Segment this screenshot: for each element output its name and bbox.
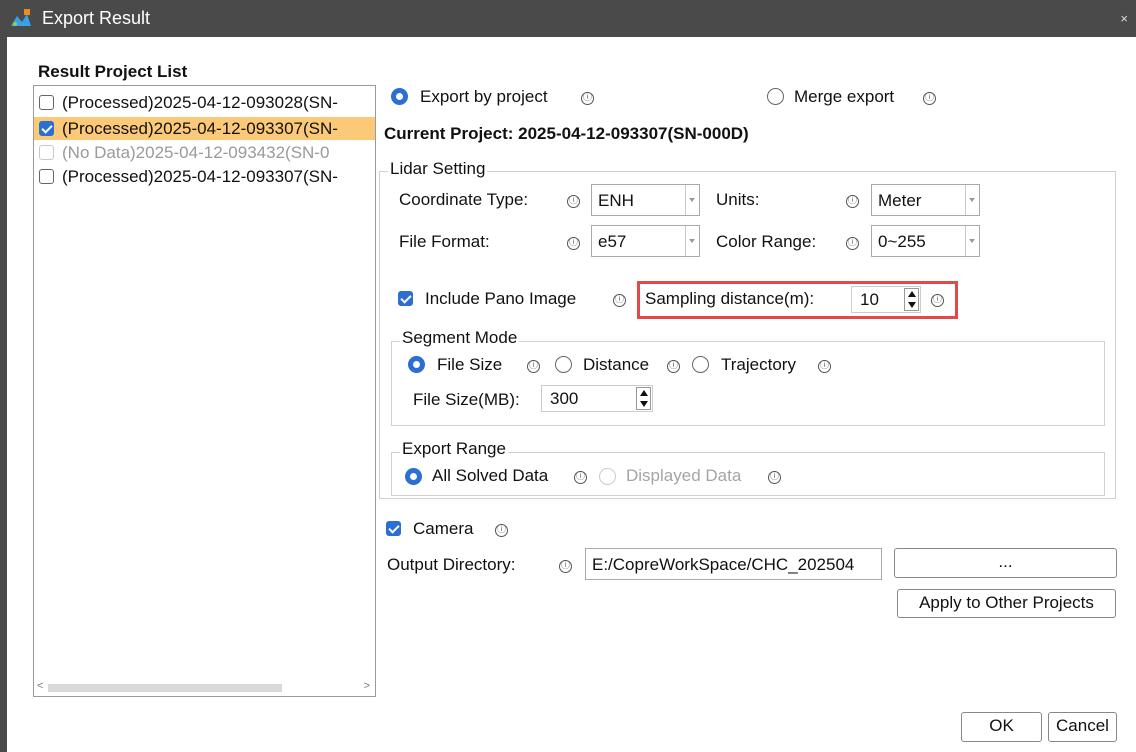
file-size-value: 300 (550, 389, 579, 408)
sampling-distance-stepper[interactable]: 10 (851, 286, 921, 313)
info-icon: ⓘ (495, 524, 508, 537)
arrow-down-icon[interactable] (640, 401, 648, 407)
export-by-project-label[interactable]: Export by project (420, 87, 548, 107)
merge-export-label[interactable]: Merge export (794, 87, 894, 107)
window-title: Export Result (42, 8, 151, 28)
trajectory-option-label[interactable]: Trajectory (721, 355, 796, 375)
camera-checkbox[interactable] (386, 521, 401, 536)
project-checkbox (39, 145, 54, 160)
file-format-value: e57 (598, 232, 627, 251)
sampling-distance-value: 10 (860, 290, 879, 309)
all-solved-data-radio[interactable] (405, 468, 422, 485)
info-icon: ⓘ (667, 360, 680, 373)
project-checkbox[interactable] (39, 169, 54, 184)
scrollbar-thumb[interactable] (48, 684, 282, 692)
trajectory-radio[interactable] (692, 356, 709, 373)
stepper-buttons[interactable] (904, 288, 919, 311)
info-icon: ⓘ (581, 92, 594, 105)
output-directory-value: E:/CopreWorkSpace/CHC_202504 (592, 555, 855, 574)
project-checkbox[interactable] (39, 95, 54, 110)
chevron-down-icon[interactable] (685, 226, 699, 256)
file-size-option-label[interactable]: File Size (437, 355, 502, 375)
apply-to-other-projects-button[interactable]: Apply to Other Projects (897, 589, 1116, 618)
result-project-list[interactable]: (Processed)2025-04-12-093028(SN- (Proces… (33, 85, 376, 697)
lidar-setting-legend: Lidar Setting (388, 159, 488, 179)
list-item[interactable]: (Processed)2025-04-12-093307(SN- (34, 117, 375, 140)
camera-label[interactable]: Camera (413, 519, 473, 539)
file-size-stepper[interactable]: 300 (541, 385, 653, 412)
current-project-title: Current Project: 2025-04-12-093307(SN-00… (384, 124, 749, 143)
segment-mode-legend: Segment Mode (400, 328, 520, 348)
result-list-heading: Result Project List (38, 62, 188, 81)
file-size-radio[interactable] (408, 356, 425, 373)
list-item[interactable]: (Processed)2025-04-12-093028(SN- (34, 91, 375, 114)
window-left-border (0, 37, 7, 752)
info-icon: ⓘ (818, 360, 831, 373)
project-label: (Processed)2025-04-12-093028(SN- (62, 93, 338, 112)
displayed-data-label: Displayed Data (626, 466, 742, 485)
scroll-left-icon[interactable]: < (37, 680, 43, 692)
info-icon: ⓘ (846, 195, 859, 208)
browse-button[interactable]: ... (894, 548, 1117, 578)
cancel-button[interactable]: Cancel (1048, 712, 1117, 742)
info-icon: ⓘ (567, 195, 580, 208)
project-label: (Processed)2025-04-12-093307(SN- (62, 167, 338, 186)
output-directory-input[interactable]: E:/CopreWorkSpace/CHC_202504 (585, 548, 882, 580)
info-icon: ⓘ (559, 560, 572, 573)
coordinate-type-select[interactable]: ENH (591, 184, 700, 216)
close-icon[interactable]: × (1120, 11, 1128, 26)
color-range-select[interactable]: 0~255 (871, 225, 980, 257)
units-label: Units: (716, 190, 760, 209)
color-range-label: Color Range: (716, 232, 817, 251)
color-range-value: 0~255 (878, 232, 926, 251)
list-item[interactable]: (Processed)2025-04-12-093307(SN- (34, 165, 375, 188)
title-bar: Export Result × (0, 0, 1136, 37)
project-label: (No Data)2025-04-12-093432(SN-0 (62, 143, 330, 162)
units-value: Meter (878, 191, 922, 210)
info-icon: ⓘ (768, 471, 781, 484)
merge-export-radio[interactable] (767, 88, 784, 105)
include-pano-checkbox[interactable] (398, 291, 413, 306)
arrow-up-icon[interactable] (640, 390, 648, 396)
info-icon: ⓘ (574, 471, 587, 484)
output-directory-label: Output Directory: (387, 555, 516, 574)
scroll-right-icon[interactable]: > (364, 680, 370, 692)
stepper-buttons[interactable] (636, 387, 651, 410)
info-icon: ⓘ (846, 237, 859, 250)
list-item: (No Data)2025-04-12-093432(SN-0 (34, 141, 375, 164)
arrow-down-icon[interactable] (908, 302, 916, 308)
chevron-down-icon[interactable] (965, 185, 979, 215)
coordinate-type-label: Coordinate Type: (399, 190, 529, 209)
all-solved-data-label[interactable]: All Solved Data (432, 466, 548, 486)
file-format-label: File Format: (399, 232, 490, 251)
chevron-down-icon[interactable] (965, 226, 979, 256)
export-range-legend: Export Range (400, 439, 508, 459)
arrow-up-icon[interactable] (908, 291, 916, 297)
info-icon: ⓘ (613, 294, 626, 307)
info-icon: ⓘ (931, 294, 944, 307)
distance-radio[interactable] (555, 356, 572, 373)
list-horizontal-scrollbar[interactable]: < > (34, 680, 375, 696)
distance-option-label[interactable]: Distance (583, 355, 649, 375)
coordinate-type-value: ENH (598, 191, 634, 210)
chevron-down-icon[interactable] (685, 185, 699, 215)
ok-button[interactable]: OK (961, 712, 1042, 742)
info-icon: ⓘ (567, 237, 580, 250)
info-icon: ⓘ (527, 360, 540, 373)
sampling-distance-label: Sampling distance(m): (645, 289, 815, 308)
include-pano-label[interactable]: Include Pano Image (425, 289, 576, 309)
segment-mode-group (391, 341, 1105, 426)
info-icon: ⓘ (923, 92, 936, 105)
file-format-select[interactable]: e57 (591, 225, 700, 257)
export-by-project-radio[interactable] (391, 88, 408, 105)
file-size-mb-label: File Size(MB): (413, 390, 520, 409)
app-logo-icon (11, 9, 31, 26)
export-result-dialog: Export Result × Result Project List (Pro… (0, 0, 1136, 752)
project-checkbox[interactable] (39, 121, 54, 136)
displayed-data-radio (599, 468, 616, 485)
project-label: (Processed)2025-04-12-093307(SN- (62, 119, 338, 138)
units-select[interactable]: Meter (871, 184, 980, 216)
